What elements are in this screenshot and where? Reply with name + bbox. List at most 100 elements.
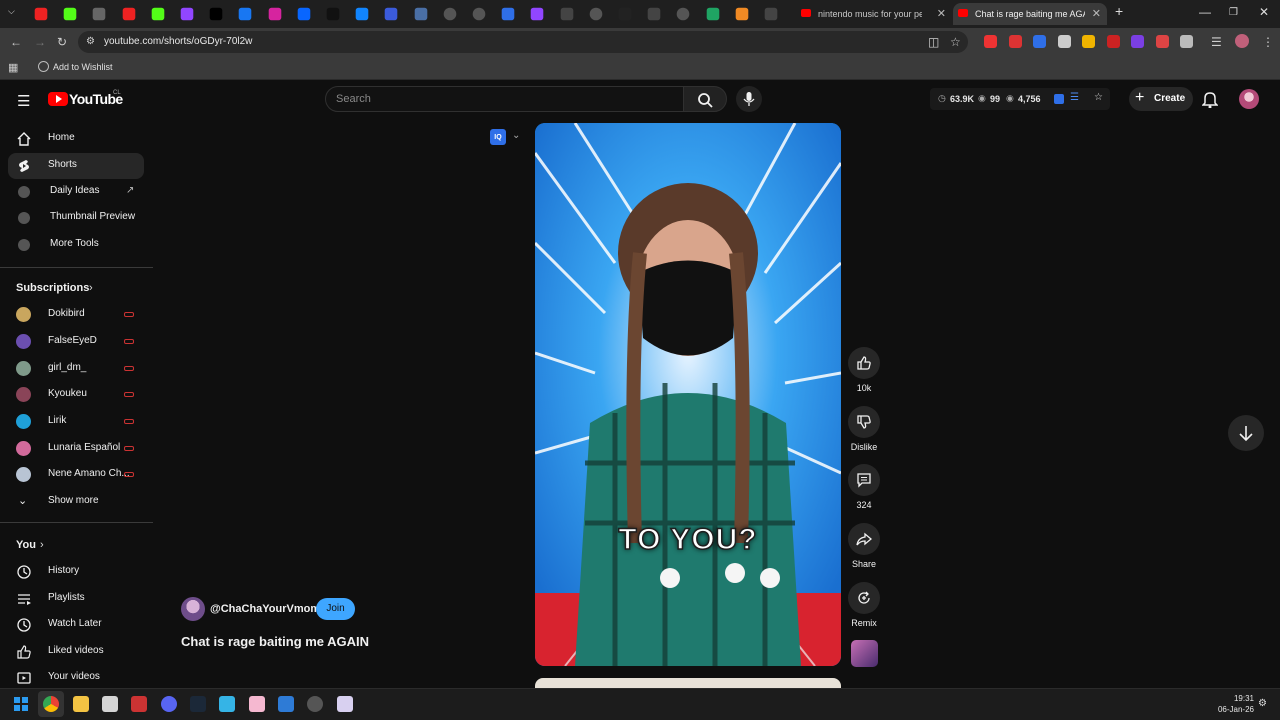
sidebar-item-watch-later[interactable]: Watch Later	[8, 612, 144, 638]
l-icon[interactable]	[414, 7, 427, 21]
steam-icon[interactable]	[190, 696, 206, 712]
you-heading[interactable]: You ›	[16, 539, 56, 553]
channel-handle[interactable]: @ChaChaYourVmom	[210, 603, 320, 615]
meta-icon[interactable]	[297, 7, 311, 21]
youtube-icon[interactable]	[122, 7, 135, 21]
youtube-icon[interactable]	[34, 7, 48, 21]
extension-icon[interactable]	[1131, 35, 1144, 48]
r-icon[interactable]	[385, 7, 398, 21]
extension-icon[interactable]	[1082, 35, 1095, 48]
taskbar-time[interactable]: 19:31	[1222, 694, 1254, 703]
profile-avatar[interactable]	[1235, 34, 1249, 48]
globe-icon[interactable]	[677, 7, 690, 21]
back-icon[interactable]: ←	[10, 35, 22, 49]
vidiq-list-icon[interactable]: ☰	[1070, 92, 1079, 103]
create-button[interactable]: + Create	[1129, 87, 1193, 111]
hamburger-menu-icon[interactable]: ☰	[17, 92, 30, 110]
drive-icon[interactable]	[706, 7, 719, 21]
like-button[interactable]	[848, 347, 880, 379]
extension-icon[interactable]	[1155, 35, 1169, 48]
discord-icon[interactable]	[161, 696, 177, 712]
vidiq-icon[interactable]	[501, 7, 515, 21]
extension-icon[interactable]	[1033, 35, 1046, 48]
shorts-video-player[interactable]: TO YOU?	[535, 123, 841, 666]
twitch-icon[interactable]	[180, 7, 194, 21]
close-tab-icon[interactable]: ✕	[1092, 7, 1101, 20]
taskbar-date[interactable]: 06-Jan-26	[1212, 705, 1254, 714]
kick-icon[interactable]	[63, 7, 77, 21]
tool-icon[interactable]	[560, 7, 573, 21]
app-icon[interactable]	[337, 696, 353, 712]
bookmark-wishlist[interactable]: Add to Wishlist	[53, 62, 113, 72]
next-short-button[interactable]	[1228, 415, 1264, 451]
sidebar-show-more[interactable]: ⌄ Show more	[8, 489, 144, 515]
sidebar-sub-kyoukeu[interactable]: Kyoukeu	[8, 382, 144, 408]
sidebar-item-shorts[interactable]: Shorts	[8, 153, 144, 179]
sidebar-item-more-tools[interactable]: More Tools	[8, 232, 144, 258]
sidebar-item-home[interactable]: Home	[8, 126, 144, 152]
sidebar-sub-falseeyed[interactable]: FalseEyeD	[8, 329, 144, 355]
site-info-icon[interactable]: ⚙	[86, 36, 95, 47]
x-icon[interactable]	[209, 7, 223, 21]
sidebar-item-daily-ideas[interactable]: Daily Ideas ↗	[8, 179, 144, 205]
app-icon[interactable]	[131, 696, 147, 712]
share-button[interactable]	[848, 523, 880, 555]
tab-search-icon[interactable]: ⌵	[8, 6, 15, 17]
close-tab-icon[interactable]: ✕	[937, 7, 946, 20]
file-explorer-icon[interactable]	[73, 696, 89, 712]
new-tab-icon[interactable]: +	[1115, 3, 1123, 19]
app-icon[interactable]	[307, 696, 323, 712]
trophy-icon[interactable]: ☆	[1094, 92, 1103, 103]
facebook-icon[interactable]	[239, 7, 252, 21]
bluesky-icon[interactable]	[355, 7, 369, 21]
channel-avatar[interactable]	[181, 597, 205, 621]
sidebar-item-liked-videos[interactable]: Liked videos	[8, 639, 144, 665]
app-icon[interactable]	[647, 7, 661, 21]
remix-button[interactable]	[848, 582, 880, 614]
notification-center-icon[interactable]: ⚙	[1258, 698, 1267, 709]
globe-icon[interactable]	[589, 7, 603, 21]
windows-start-icon[interactable]	[14, 697, 28, 711]
window-close-icon[interactable]: ✕	[1259, 5, 1269, 19]
sidebar-item-thumbnail-preview[interactable]: Thumbnail Preview	[8, 205, 144, 231]
comments-button[interactable]	[848, 464, 880, 496]
tool-icon[interactable]	[764, 7, 778, 21]
instagram-icon[interactable]	[268, 7, 281, 21]
extension-icon[interactable]	[1057, 35, 1071, 48]
tab-active-short[interactable]: Chat is rage baiting me AGAIN ✕	[953, 3, 1107, 25]
notifications-bell-icon[interactable]	[1201, 90, 1219, 113]
globe-icon[interactable]	[472, 7, 486, 21]
app-icon[interactable]	[102, 696, 118, 712]
join-button[interactable]: Join	[316, 598, 355, 620]
minimize-icon[interactable]: —	[1199, 5, 1211, 19]
extension-icon[interactable]	[1106, 35, 1120, 48]
kick-icon[interactable]	[151, 7, 165, 21]
url-text[interactable]: youtube.com/shorts/oGDyr-70l2w	[104, 36, 252, 47]
vidiq-icon[interactable]	[1054, 94, 1064, 104]
sidebar-sub-girl-dm[interactable]: girl_dm_	[8, 356, 144, 382]
chrome-icon[interactable]	[43, 696, 59, 712]
extension-icon[interactable]	[1180, 35, 1193, 48]
install-app-icon[interactable]: ◫	[928, 35, 939, 49]
terminal-icon[interactable]	[618, 7, 632, 21]
sidebar-sub-dokibird[interactable]: Dokibird	[8, 302, 144, 328]
sidebar-sub-lirik[interactable]: Lirik	[8, 409, 144, 435]
voice-search-button[interactable]	[736, 86, 762, 112]
youtube-logo-icon[interactable]	[48, 92, 68, 106]
extension-icon[interactable]	[984, 35, 997, 48]
clock-icon[interactable]	[443, 7, 457, 21]
tiktok-icon[interactable]	[326, 7, 340, 21]
app-icon[interactable]	[249, 696, 265, 712]
twitch-icon[interactable]	[531, 7, 544, 21]
tab-nintendo-music[interactable]: nintendo music for your person ✕	[796, 3, 952, 25]
app-icon[interactable]	[219, 696, 235, 712]
menu-icon[interactable]: ⋮	[1262, 35, 1274, 49]
sound-thumbnail[interactable]	[851, 640, 878, 667]
sidebar-item-playlists[interactable]: Playlists	[8, 586, 144, 612]
bookmark-star-icon[interactable]: ☆	[950, 35, 961, 49]
search-button[interactable]	[683, 86, 727, 112]
orange-icon[interactable]	[735, 7, 749, 21]
dislike-button[interactable]	[848, 406, 880, 438]
vidiq-badge-icon[interactable]: IQ	[490, 129, 506, 145]
restore-icon[interactable]: ❐	[1229, 7, 1238, 18]
